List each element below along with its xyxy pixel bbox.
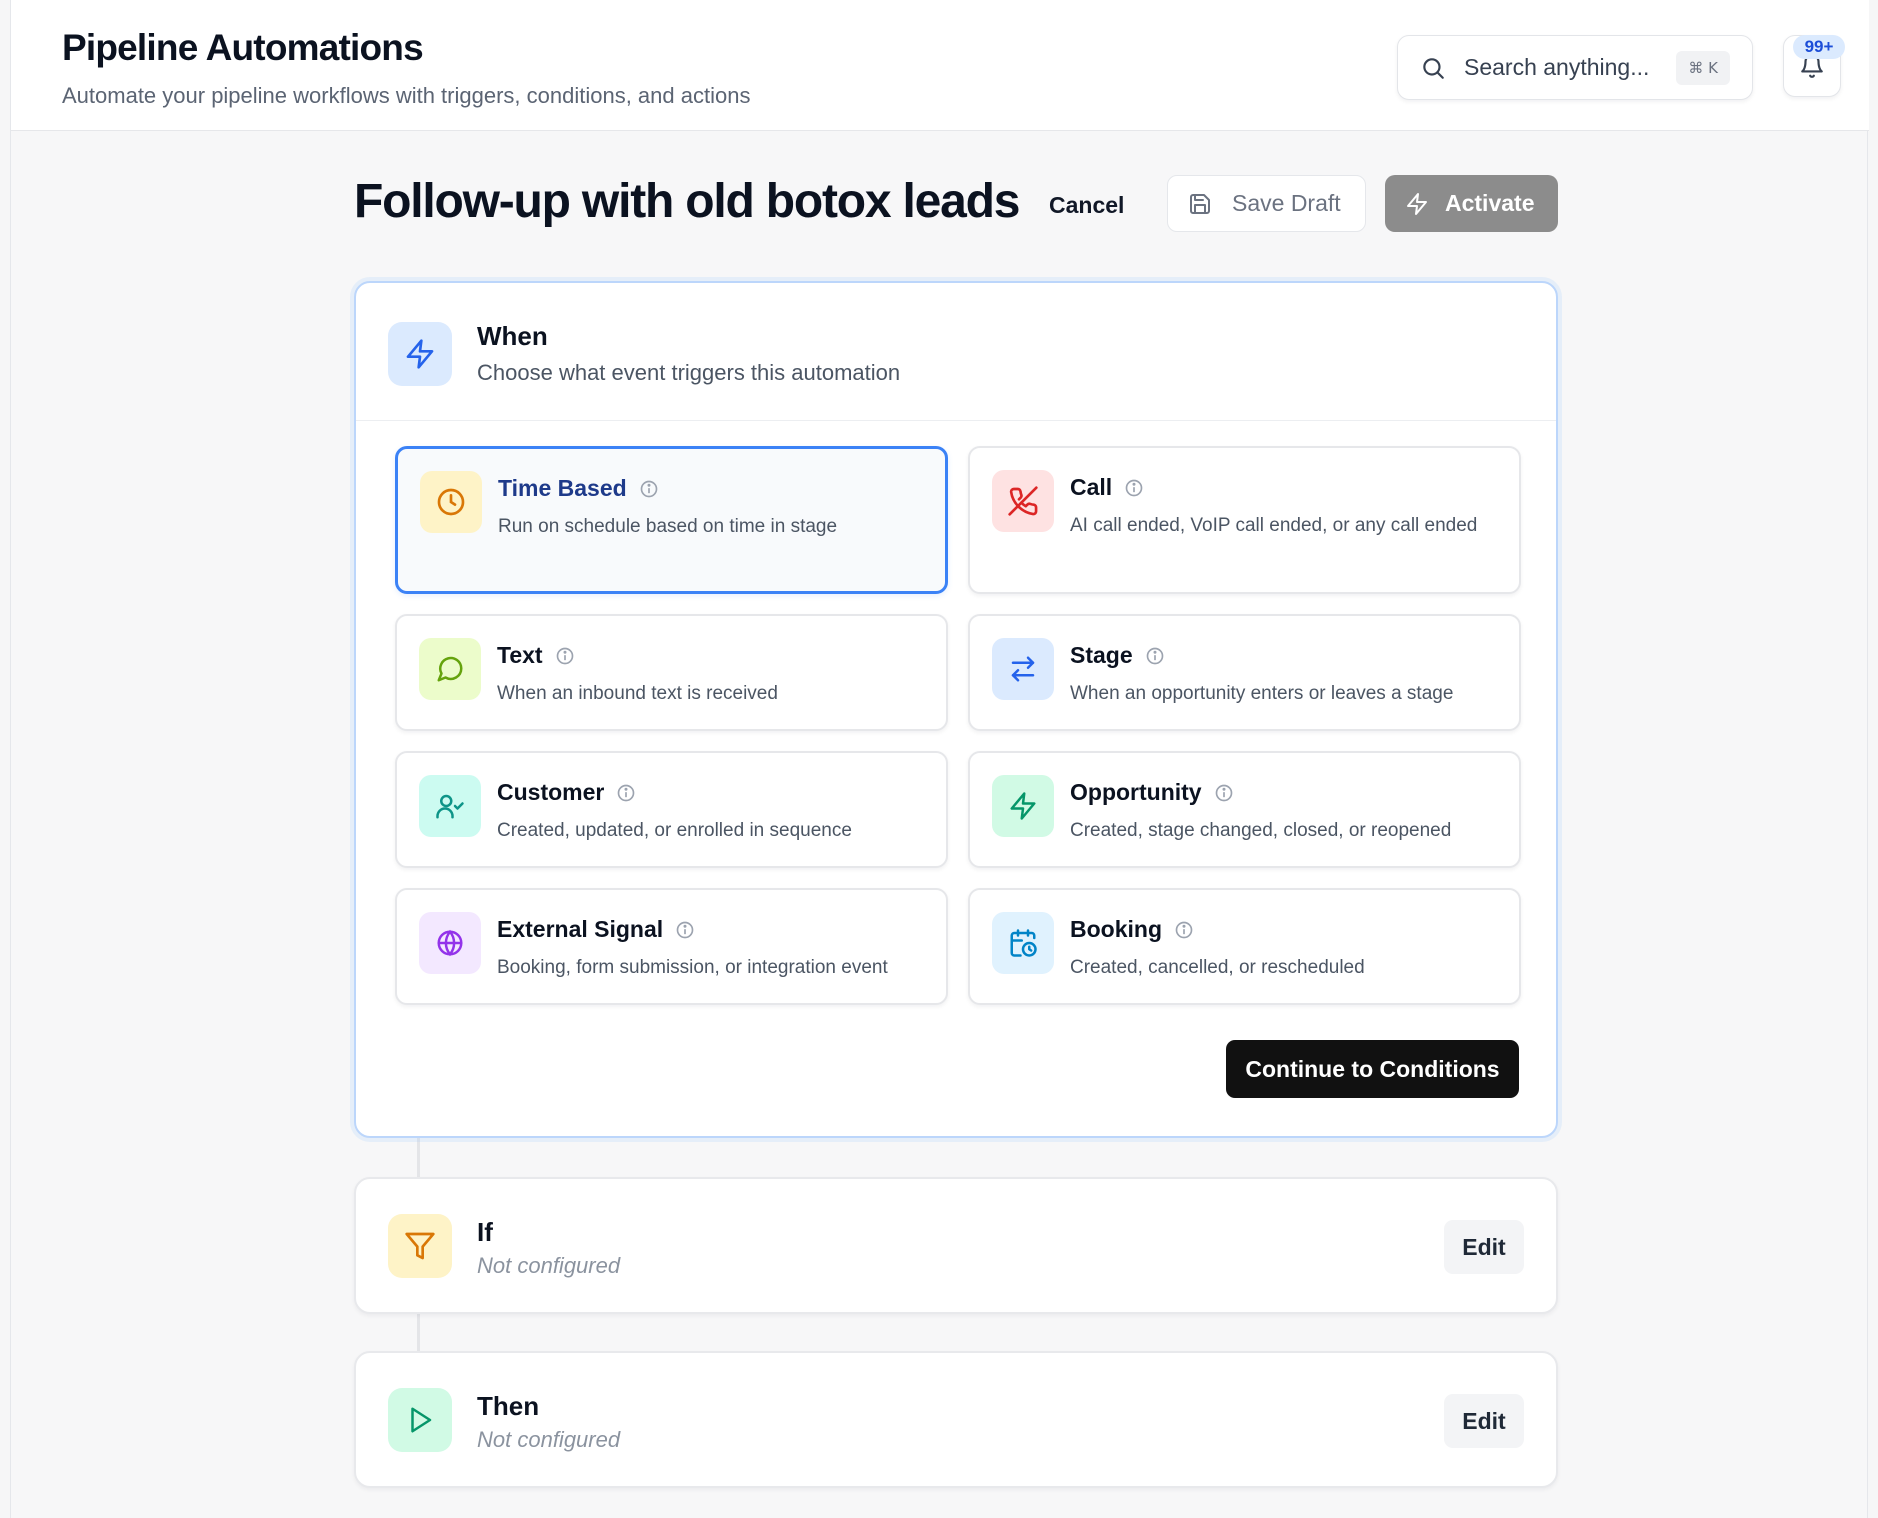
search-bar[interactable]: Search anything... ⌘ K: [1397, 35, 1753, 100]
trigger-option-external-signal[interactable]: External Signal Booking, form submission…: [395, 888, 948, 1005]
option-title: Time Based: [498, 475, 659, 502]
info-icon[interactable]: [675, 920, 695, 940]
user-check-icon: [436, 794, 464, 819]
option-title: External Signal: [497, 916, 695, 943]
if-edit-button[interactable]: Edit: [1444, 1220, 1524, 1274]
option-icon-box: [992, 775, 1054, 837]
option-icon-box: [992, 638, 1054, 700]
step-connector: [417, 1313, 420, 1353]
calendar-clock-icon: [1010, 929, 1037, 957]
save-draft-button[interactable]: Save Draft: [1167, 175, 1366, 232]
option-description: Created, stage changed, closed, or reope…: [1070, 820, 1452, 841]
app-frame: Pipeline Automations Automate your pipel…: [10, 0, 1869, 1518]
lightning-icon: [406, 339, 434, 369]
trigger-option-booking[interactable]: Booking Created, cancelled, or reschedul…: [968, 888, 1521, 1005]
search-placeholder: Search anything...: [1464, 54, 1650, 80]
option-icon-box: [992, 470, 1054, 532]
option-description: When an inbound text is received: [497, 683, 778, 704]
option-title-text: Booking: [1070, 916, 1162, 942]
option-title-text: Customer: [497, 779, 605, 805]
info-icon[interactable]: [1174, 920, 1194, 940]
then-edit-button[interactable]: Edit: [1444, 1394, 1524, 1448]
option-icon-box: [992, 912, 1054, 974]
page-subtitle: Automate your pipeline workflows with tr…: [62, 83, 751, 108]
trigger-option-customer[interactable]: Customer Created, updated, or enrolled i…: [395, 751, 948, 868]
then-status: Not configured: [477, 1427, 621, 1452]
lightning-icon: [1407, 192, 1427, 215]
option-description: Run on schedule based on time in stage: [498, 516, 838, 537]
trigger-option-opportunity[interactable]: Opportunity Created, stage changed, clos…: [968, 751, 1521, 868]
activate-label: Activate: [1445, 190, 1535, 216]
if-title: If: [477, 1217, 493, 1247]
trigger-option-call[interactable]: Call AI call ended, VoIP call ended, or …: [968, 446, 1521, 594]
option-title: Text: [497, 642, 575, 669]
then-title: Then: [477, 1391, 540, 1421]
step-connector: [417, 1138, 420, 1178]
filter-icon: [405, 1232, 435, 1260]
if-step-card[interactable]: If Not configured Edit: [354, 1177, 1558, 1314]
if-icon-box: [388, 1214, 452, 1278]
option-icon-box: [419, 638, 481, 700]
continue-to-conditions-button[interactable]: Continue to Conditions: [1226, 1040, 1519, 1098]
option-icon-box: [419, 775, 481, 837]
option-title-text: Time Based: [498, 475, 627, 501]
when-icon-box: [388, 322, 452, 386]
trigger-option-stage[interactable]: Stage When an opportunity enters or leav…: [968, 614, 1521, 731]
option-title-text: Call: [1070, 474, 1113, 500]
when-subtitle: Choose what event triggers this automati…: [477, 360, 901, 385]
when-step-header: When Choose what event triggers this aut…: [356, 283, 1556, 421]
page-title: Pipeline Automations: [62, 27, 424, 68]
info-icon[interactable]: [616, 783, 636, 803]
arrows-left-right-icon: [1011, 656, 1035, 682]
clock-icon: [437, 488, 465, 516]
message-circle-icon: [437, 656, 463, 682]
option-description: AI call ended, VoIP call ended, or any c…: [1070, 515, 1478, 536]
notification-badge: 99+: [1793, 35, 1845, 59]
info-icon[interactable]: [1214, 783, 1234, 803]
then-icon-box: [388, 1388, 452, 1452]
option-icon-box: [419, 912, 481, 974]
search-icon: [1423, 57, 1444, 79]
option-title-text: Text: [497, 642, 543, 668]
cancel-button[interactable]: Cancel: [1037, 178, 1136, 232]
when-step-card: When Choose what event triggers this aut…: [354, 281, 1558, 1138]
option-description: Created, updated, or enrolled in sequenc…: [497, 820, 852, 841]
page-header: Pipeline Automations Automate your pipel…: [11, 0, 1869, 131]
lightning-icon: [1010, 792, 1036, 820]
when-title: When: [477, 321, 548, 351]
info-icon[interactable]: [555, 646, 575, 666]
option-title: Booking: [1070, 916, 1194, 943]
trigger-option-time-based[interactable]: Time Based Run on schedule based on time…: [395, 446, 948, 594]
option-description: Booking, form submission, or integration…: [497, 957, 888, 978]
automation-name: Follow-up with old botox leads: [354, 175, 1020, 228]
info-icon[interactable]: [639, 479, 659, 499]
option-title-text: Stage: [1070, 642, 1133, 668]
trigger-option-text[interactable]: Text When an inbound text is received: [395, 614, 948, 731]
then-step-card[interactable]: Then Not configured Edit: [354, 1351, 1558, 1488]
if-status: Not configured: [477, 1253, 621, 1278]
globe-icon: [437, 929, 463, 957]
option-title-text: Opportunity: [1070, 779, 1202, 805]
option-description: Created, cancelled, or rescheduled: [1070, 957, 1365, 978]
phone-off-icon: [1008, 486, 1038, 516]
option-title: Opportunity: [1070, 779, 1234, 806]
save-icon: [1190, 193, 1210, 214]
info-icon[interactable]: [1145, 646, 1165, 666]
play-icon: [411, 1407, 432, 1433]
option-title: Call: [1070, 474, 1144, 501]
option-title: Customer: [497, 779, 636, 806]
option-description: When an opportunity enters or leaves a s…: [1070, 683, 1454, 704]
option-icon-box: [420, 471, 482, 533]
info-icon[interactable]: [1124, 478, 1144, 498]
option-title-text: External Signal: [497, 916, 664, 942]
save-draft-label: Save Draft: [1232, 190, 1341, 216]
option-title: Stage: [1070, 642, 1165, 669]
search-shortcut: ⌘ K: [1676, 50, 1730, 85]
activate-button[interactable]: Activate: [1385, 175, 1558, 232]
